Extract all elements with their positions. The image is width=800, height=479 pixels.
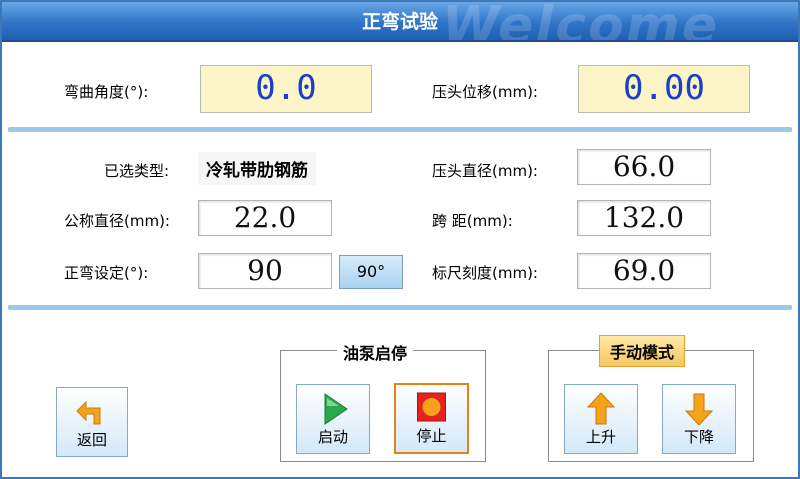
scale-value[interactable]: 69.0 xyxy=(577,253,711,289)
press-displacement-value: 0.00 xyxy=(578,65,750,113)
pump-start-button[interactable]: 启动 xyxy=(296,384,370,454)
lower-button[interactable]: 下降 xyxy=(662,384,736,454)
bend-angle-label: 弯曲角度(°): xyxy=(64,83,149,101)
stop-icon xyxy=(417,392,446,422)
span-label: 跨 距(mm): xyxy=(432,212,513,230)
bend-setting-value[interactable]: 90 xyxy=(198,253,332,289)
return-arrow-icon xyxy=(76,400,101,425)
raise-label: 上升 xyxy=(585,428,616,446)
nominal-diameter-value[interactable]: 22.0 xyxy=(198,200,332,236)
back-button[interactable]: 返回 xyxy=(56,387,128,457)
title-bar: Welcome 正弯试验 xyxy=(2,2,798,42)
separator-top xyxy=(8,127,792,132)
bend-angle-value: 0.0 xyxy=(200,65,372,113)
bend-setting-label: 正弯设定(°): xyxy=(64,264,149,282)
separator-bottom xyxy=(8,305,792,310)
manual-mode-title[interactable]: 手动模式 xyxy=(599,335,686,367)
hmi-screen: Welcome 正弯试验 弯曲角度(°): 0.0 压头位移(mm): 0.00… xyxy=(0,0,800,479)
pump-start-label: 启动 xyxy=(317,428,348,446)
press-diameter-label: 压头直径(mm): xyxy=(432,162,538,180)
arrow-up-icon xyxy=(586,392,616,425)
pump-stop-button[interactable]: 停止 xyxy=(394,383,469,454)
back-button-label: 返回 xyxy=(76,431,107,449)
span-value[interactable]: 132.0 xyxy=(577,200,711,236)
pump-group-title: 油泵启停 xyxy=(337,340,414,364)
selected-type-label: 已选类型: xyxy=(104,162,170,180)
page-title: 正弯试验 xyxy=(361,11,438,33)
pump-stop-label: 停止 xyxy=(416,427,447,445)
bend-90-preset-button[interactable]: 90° xyxy=(339,255,403,289)
play-icon xyxy=(324,393,348,425)
nominal-diameter-label: 公称直径(mm): xyxy=(64,212,170,230)
arrow-down-icon xyxy=(684,393,714,426)
press-displacement-label: 压头位移(mm): xyxy=(432,83,538,101)
selected-type-value: 冷轧带肋钢筋 xyxy=(198,152,316,185)
scale-label: 标尺刻度(mm): xyxy=(432,264,538,282)
lower-label: 下降 xyxy=(683,428,714,446)
raise-button[interactable]: 上升 xyxy=(564,384,638,454)
press-diameter-value[interactable]: 66.0 xyxy=(577,149,711,185)
